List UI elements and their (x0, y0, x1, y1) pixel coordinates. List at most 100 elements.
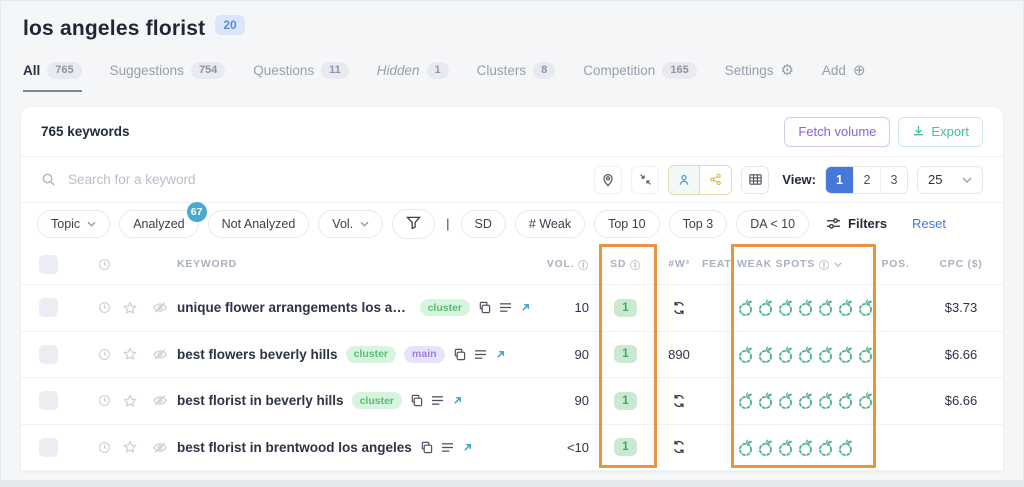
share-icon[interactable] (700, 166, 731, 194)
page-size-select[interactable]: 25 (917, 166, 983, 194)
open-external-icon[interactable] (462, 442, 473, 453)
open-external-icon[interactable] (452, 395, 463, 406)
weak-spot-fruit-icon[interactable] (757, 438, 775, 457)
serp-list-icon[interactable] (441, 442, 454, 453)
weak-spot-fruit-icon[interactable] (837, 438, 855, 457)
export-button[interactable]: Export (898, 117, 983, 147)
weak-spot-fruit-icon[interactable] (797, 345, 815, 364)
table-layout-icon[interactable] (741, 166, 769, 194)
select-all-checkbox[interactable] (39, 255, 58, 274)
refresh-icon[interactable] (672, 301, 686, 315)
open-external-icon[interactable] (495, 349, 506, 360)
serp-list-icon[interactable] (431, 395, 444, 406)
filter-chip-sd[interactable]: SD (461, 210, 506, 238)
open-external-icon[interactable] (520, 302, 531, 313)
col-w3[interactable]: #W³ (668, 258, 689, 270)
eye-off-icon[interactable] (152, 301, 168, 314)
col-sd[interactable]: SDⓘ (610, 257, 641, 272)
star-icon[interactable] (123, 440, 137, 454)
row-checkbox[interactable] (39, 345, 58, 364)
tab-questions[interactable]: Questions11 (253, 62, 348, 79)
filter-chip-analyzed[interactable]: Analyzed67 (119, 210, 198, 238)
filter-chip-top3[interactable]: Top 3 (669, 210, 728, 238)
filter-chip-vol[interactable]: Vol. (318, 210, 383, 238)
weak-spot-fruit-icon[interactable] (757, 391, 775, 410)
weak-spot-fruit-icon[interactable] (757, 345, 775, 364)
view-option-2[interactable]: 2 (853, 167, 880, 193)
search-input[interactable] (68, 172, 582, 187)
people-view-icon[interactable] (669, 166, 700, 194)
eye-off-icon[interactable] (152, 441, 168, 454)
tab-add[interactable]: Add⊕ (822, 61, 866, 79)
history-icon[interactable] (98, 441, 111, 454)
weak-spot-fruit-icon[interactable] (837, 345, 855, 364)
history-icon[interactable] (98, 394, 111, 407)
view-option-3[interactable]: 3 (880, 167, 907, 193)
filter-chip-funnel[interactable] (392, 209, 435, 239)
weak-spot-fruit-icon[interactable] (797, 391, 815, 410)
tab-hidden[interactable]: Hidden1 (377, 62, 449, 79)
col-vol[interactable]: Vol.ⓘ (547, 257, 589, 272)
copy-icon[interactable] (478, 301, 491, 314)
row-checkbox[interactable] (39, 391, 58, 410)
copy-icon[interactable] (453, 348, 466, 361)
view-option-1[interactable]: 1 (826, 167, 853, 193)
weak-spot-fruit-icon[interactable] (777, 298, 795, 317)
location-pin-icon[interactable] (594, 166, 622, 194)
row-checkbox[interactable] (39, 438, 58, 457)
weak-spot-fruit-icon[interactable] (817, 345, 835, 364)
tab-all[interactable]: All765 (23, 62, 82, 79)
history-icon[interactable] (98, 301, 111, 314)
col-pos[interactable]: Pos. (881, 258, 909, 270)
weak-spot-fruit-icon[interactable] (757, 298, 775, 317)
weak-spot-fruit-icon[interactable] (837, 298, 855, 317)
weak-spot-fruit-icon[interactable] (737, 391, 755, 410)
weak-spot-fruit-icon[interactable] (737, 298, 755, 317)
serp-list-icon[interactable] (499, 302, 512, 313)
filter-chip-weak[interactable]: # Weak (515, 210, 585, 238)
star-icon[interactable] (123, 301, 137, 315)
filters-button[interactable]: Filters (826, 216, 887, 231)
weak-spot-fruit-icon[interactable] (797, 298, 815, 317)
weak-spot-fruit-icon[interactable] (737, 438, 755, 457)
weak-spot-fruit-icon[interactable] (857, 391, 875, 410)
weak-spot-fruit-icon[interactable] (777, 438, 795, 457)
star-icon[interactable] (123, 347, 137, 361)
weak-spot-fruit-icon[interactable] (797, 438, 815, 457)
collapse-icon[interactable] (631, 166, 659, 194)
weak-spot-fruit-icon[interactable] (857, 298, 875, 317)
tab-competition[interactable]: Competition165 (583, 62, 696, 79)
reset-link[interactable]: Reset (912, 216, 946, 231)
col-cpc[interactable]: CPC ($) (939, 258, 982, 270)
tab-settings[interactable]: Settings⚙ (725, 61, 794, 79)
weak-spot-fruit-icon[interactable] (817, 298, 835, 317)
filter-chip-topic[interactable]: Topic (37, 210, 110, 238)
weak-spot-fruit-icon[interactable] (857, 345, 875, 364)
tab-suggestions[interactable]: Suggestions754 (110, 62, 226, 79)
weak-spot-fruit-icon[interactable] (817, 391, 835, 410)
fetch-volume-button[interactable]: Fetch volume (784, 117, 890, 147)
weak-spot-fruit-icon[interactable] (837, 391, 855, 410)
col-weak-spots[interactable]: Weak Spotsⓘ (737, 257, 842, 272)
filter-chip-not-analyzed[interactable]: Not Analyzed (208, 210, 310, 238)
eye-off-icon[interactable] (152, 348, 168, 361)
w3-cell (654, 440, 704, 454)
weak-spot-fruit-icon[interactable] (777, 345, 795, 364)
star-icon[interactable] (123, 394, 137, 408)
row-checkbox[interactable] (39, 298, 58, 317)
col-keyword[interactable]: Keyword (177, 258, 237, 270)
weak-spot-fruit-icon[interactable] (737, 345, 755, 364)
history-icon[interactable] (98, 348, 111, 361)
refresh-icon[interactable] (672, 394, 686, 408)
copy-icon[interactable] (420, 441, 433, 454)
filter-chip-da[interactable]: DA < 10 (736, 210, 809, 238)
weak-spot-fruit-icon[interactable] (817, 438, 835, 457)
tab-clusters[interactable]: Clusters8 (477, 62, 556, 79)
weak-spot-fruit-icon[interactable] (777, 391, 795, 410)
refresh-icon[interactable] (672, 440, 686, 454)
serp-list-icon[interactable] (474, 349, 487, 360)
filter-chip-top10[interactable]: Top 10 (594, 210, 660, 238)
copy-icon[interactable] (410, 394, 423, 407)
eye-off-icon[interactable] (152, 394, 168, 407)
col-feat[interactable]: Feat. (702, 258, 734, 270)
